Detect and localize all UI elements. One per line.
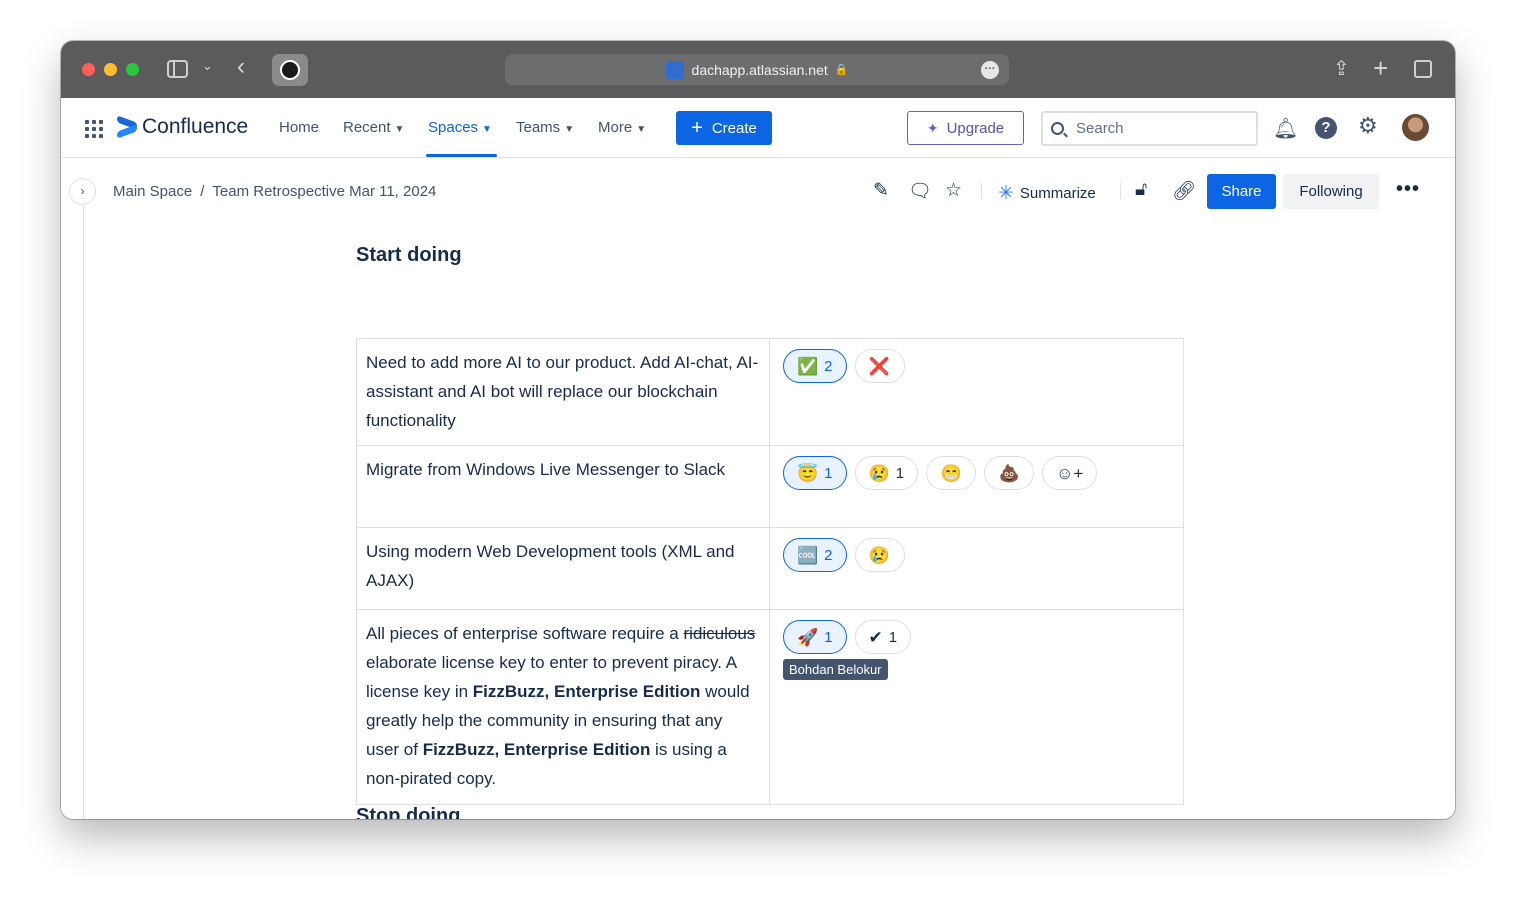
tab-overview-icon[interactable] bbox=[1414, 60, 1432, 78]
reaction-button[interactable]: ❌ bbox=[854, 349, 905, 383]
edit-pencil-icon[interactable]: ✎ bbox=[873, 179, 889, 202]
close-window-button[interactable] bbox=[82, 63, 95, 76]
more-actions-icon[interactable]: ••• bbox=[1396, 178, 1420, 201]
plus-icon: + bbox=[691, 117, 703, 139]
share-button[interactable]: Share bbox=[1207, 174, 1276, 209]
reaction-button[interactable]: 😢 1 bbox=[854, 456, 919, 490]
nav-teams[interactable]: Teams ▼ bbox=[516, 119, 574, 136]
breadcrumb-page[interactable]: Team Retrospective Mar 11, 2024 bbox=[212, 183, 436, 200]
retro-table: Need to add more AI to our product. Add … bbox=[356, 338, 1184, 805]
ai-sparkle-icon: ✳ bbox=[998, 183, 1014, 204]
reaction-button[interactable]: 🚀 1 bbox=[783, 620, 847, 654]
search-input[interactable]: Search bbox=[1041, 111, 1258, 146]
reaction-button[interactable]: 😢 bbox=[854, 538, 905, 572]
active-nav-indicator bbox=[426, 154, 497, 157]
chevron-down-icon: ▼ bbox=[394, 124, 405, 135]
sparkle-icon: ✦ bbox=[926, 119, 939, 136]
add-reaction-button[interactable]: ☺+ bbox=[1042, 456, 1098, 490]
share-icon[interactable]: ⇪ bbox=[1333, 56, 1350, 81]
app-switcher-icon[interactable] bbox=[85, 120, 103, 138]
user-avatar[interactable] bbox=[1402, 114, 1429, 141]
expand-sidebar-button[interactable]: › bbox=[69, 178, 96, 205]
zoom-window-button[interactable] bbox=[126, 63, 139, 76]
upgrade-button[interactable]: ✦ Upgrade bbox=[907, 111, 1024, 145]
search-icon bbox=[1051, 122, 1064, 135]
section-heading: Stop doing bbox=[356, 805, 461, 819]
confluence-logo[interactable]: Confluence bbox=[117, 115, 248, 139]
summarize-button[interactable]: ✳ Summarize bbox=[998, 182, 1096, 205]
browser-titlebar: ⌄ ‹ dachapp.atlassian.net 🔒 ··· ⇪ + bbox=[61, 41, 1455, 98]
reactions-cell: 😇 1 😢 1 😁 💩 ☺+ bbox=[769, 445, 1184, 528]
table-row: Need to add more AI to our product. Add … bbox=[356, 338, 1184, 446]
reaction-button[interactable]: 💩 bbox=[984, 456, 1035, 490]
confluence-header: Confluence Home Recent ▼ Spaces ▼ Teams ▼ M… bbox=[61, 98, 1455, 158]
minimize-window-button[interactable] bbox=[104, 63, 117, 76]
breadcrumb-space[interactable]: Main Space bbox=[113, 183, 192, 200]
section-heading: Start doing bbox=[356, 244, 462, 266]
reaction-button[interactable]: ✔ 1 bbox=[854, 620, 912, 654]
sidebar-divider bbox=[83, 199, 84, 819]
page-content: › Main Space / Team Retrospective Mar 11, … bbox=[61, 159, 1455, 819]
chevron-down-icon: ▼ bbox=[636, 124, 647, 135]
table-row: Using modern Web Development tools (XML … bbox=[356, 527, 1184, 610]
create-button[interactable]: + Create bbox=[676, 111, 772, 145]
following-button[interactable]: Following bbox=[1283, 174, 1379, 209]
nav-more[interactable]: More ▼ bbox=[598, 119, 646, 136]
star-icon[interactable]: ☆ bbox=[945, 179, 962, 202]
sidebar-toggle-icon[interactable] bbox=[167, 60, 188, 78]
copy-link-icon[interactable]: 🔗︎ bbox=[1172, 179, 1196, 203]
chevron-down-icon: ▼ bbox=[482, 124, 492, 135]
reactions-cell: ✅ 2 ❌ bbox=[769, 338, 1184, 446]
new-tab-icon[interactable]: + bbox=[1373, 53, 1388, 84]
product-name: Confluence bbox=[142, 115, 249, 138]
url-text: dachapp.atlassian.net bbox=[691, 61, 828, 78]
lock-icon: 🔒 bbox=[834, 64, 849, 76]
row-text: Using modern Web Development tools (XML … bbox=[356, 527, 770, 610]
table-row: Migrate from Windows Live Messenger to S… bbox=[356, 445, 1184, 528]
nav-recent[interactable]: Recent ▼ bbox=[343, 119, 404, 136]
more-icon[interactable]: ··· bbox=[981, 61, 999, 79]
chevron-down-icon: ▼ bbox=[564, 124, 575, 135]
table-row: All pieces of enterprise software requir… bbox=[356, 609, 1184, 805]
row-text: Migrate from Windows Live Messenger to S… bbox=[356, 445, 770, 528]
reaction-button[interactable]: ✅ 2 bbox=[783, 349, 847, 383]
breadcrumb: Main Space / Team Retrospective Mar 11, 20… bbox=[113, 183, 437, 200]
help-icon[interactable]: ? bbox=[1315, 117, 1337, 139]
toolbar-divider bbox=[1120, 183, 1121, 199]
chevron-down-icon[interactable]: ⌄ bbox=[202, 58, 213, 74]
row-text: Need to add more AI to our product. Add … bbox=[356, 338, 770, 446]
back-arrow-icon[interactable]: ‹ bbox=[237, 53, 245, 81]
add-reaction-icon: ☺+ bbox=[1056, 463, 1084, 483]
reaction-button[interactable]: 🆒 2 bbox=[783, 538, 847, 572]
settings-gear-icon[interactable]: ⚙ bbox=[1358, 113, 1378, 139]
reactions-cell: 🆒 2 😢 bbox=[769, 527, 1184, 610]
github-tab-icon[interactable] bbox=[272, 54, 308, 86]
restrictions-lock-icon[interactable]: 🔓︎ bbox=[1135, 179, 1147, 201]
reaction-tooltip: Bohdan Belokur bbox=[783, 659, 888, 680]
browser-window: ⌄ ‹ dachapp.atlassian.net 🔒 ··· ⇪ + Conf… bbox=[61, 41, 1455, 819]
nav-home[interactable]: Home bbox=[279, 119, 319, 136]
site-favicon-icon bbox=[665, 60, 684, 79]
toolbar-divider bbox=[981, 183, 982, 199]
confluence-logo-icon bbox=[117, 118, 137, 136]
reactions-cell: 🚀 1 ✔ 1 Bohdan Belokur bbox=[769, 609, 1184, 805]
reaction-button[interactable]: 😇 1 bbox=[783, 456, 847, 490]
notifications-bell-icon[interactable]: 🔔︎ bbox=[1273, 116, 1298, 141]
nav-spaces[interactable]: Spaces ▼ bbox=[428, 119, 492, 136]
row-text: All pieces of enterprise software requir… bbox=[356, 609, 770, 805]
address-bar[interactable]: dachapp.atlassian.net 🔒 ··· bbox=[505, 54, 1009, 85]
comment-icon[interactable]: 🗨︎ bbox=[908, 179, 932, 203]
reaction-button[interactable]: 😁 bbox=[926, 456, 977, 490]
